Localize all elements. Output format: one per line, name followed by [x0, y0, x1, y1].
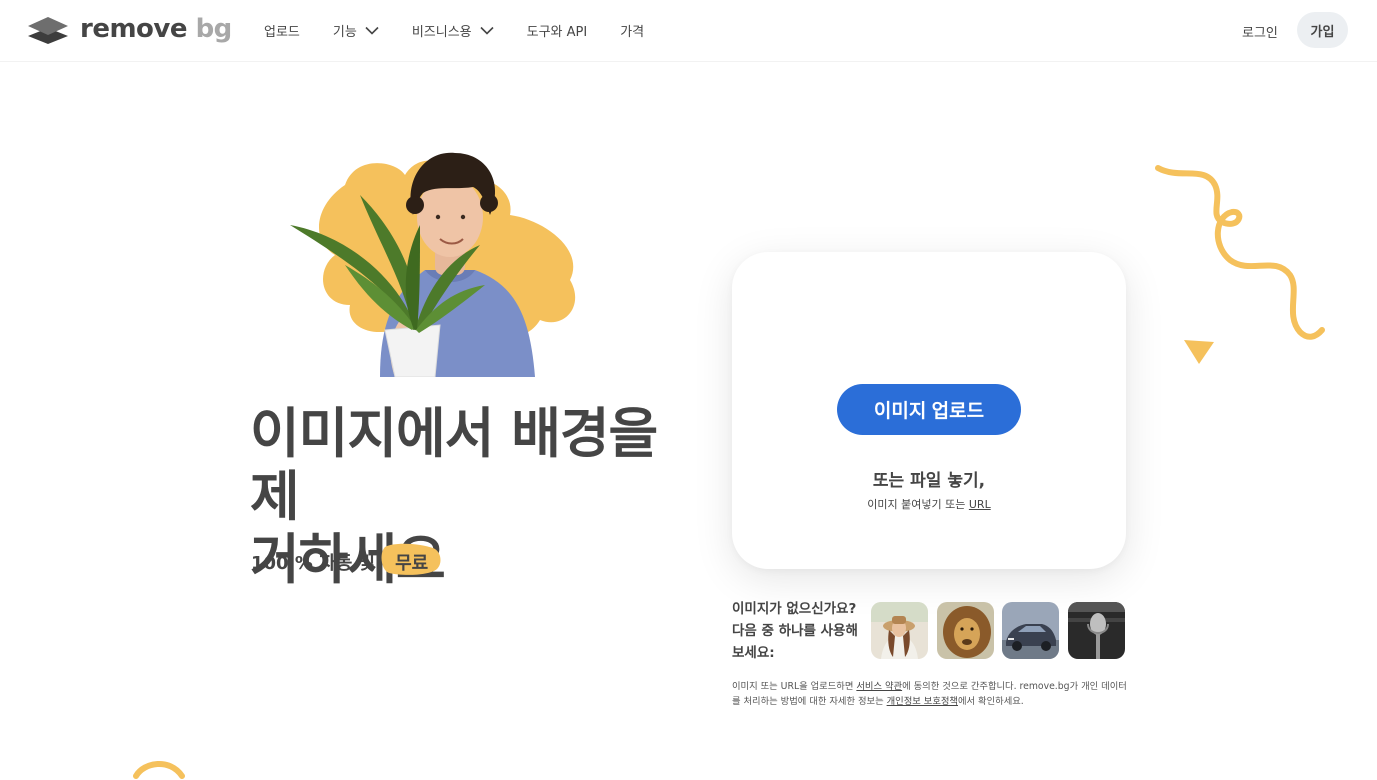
sample-image-microphone[interactable] [1068, 602, 1125, 659]
lion-photo-icon [937, 602, 994, 659]
decorative-squiggle-icon [1155, 165, 1325, 340]
logo-link[interactable]: remove bg [28, 14, 232, 44]
chevron-down-icon [365, 26, 379, 35]
sample-image-lion[interactable] [937, 602, 994, 659]
hero-illustration [290, 152, 576, 377]
upload-image-button[interactable]: 이미지 업로드 [837, 384, 1021, 435]
nav-business-label: 비즈니스용 [411, 24, 472, 40]
nav-tools-api-label: 도구와 API [526, 24, 588, 40]
chevron-down-icon [480, 26, 494, 35]
microphone-photo-icon [1068, 602, 1125, 659]
hero-subtitle: 100 % 자동 및 무료 [251, 543, 442, 579]
main-nav: 업로드 기능 비즈니스용 도구와 API 가격 [264, 18, 677, 42]
nav-pricing[interactable]: 가격 [620, 18, 644, 42]
car-photo-icon [1002, 602, 1059, 659]
logo-wordmark: remove bg [80, 14, 232, 44]
terms-of-service-link[interactable]: 서비스 약관 [856, 681, 902, 692]
decorative-triangle-icon [1184, 340, 1214, 364]
free-badge: 무료 [381, 543, 442, 579]
nav-tools-api[interactable]: 도구와 API [527, 18, 588, 42]
nav-features-label: 기능 [332, 24, 357, 40]
hero-headline-line1: 이미지에서 배경을 제 [250, 402, 658, 528]
paste-hint: 이미지 붙여넣기 또는 URL [732, 496, 1126, 512]
top-navbar: remove bg 업로드 기능 비즈니스용 도구와 API 가격 로그인 가입 [0, 0, 1377, 62]
logo-icon [28, 17, 68, 44]
terms-notice: 이미지 또는 URL을 업로드하면 서비스 약관에 동의한 것으로 간주합니다.… [732, 679, 1132, 709]
nav-features-dropdown[interactable]: 기능 [333, 18, 379, 42]
paste-hint-text: 이미지 붙여넣기 또는 [867, 498, 966, 511]
hero-subtitle-text: 100 % 자동 및 [251, 553, 376, 574]
upload-dropzone[interactable]: 이미지 업로드 또는 파일 놓기, 이미지 붙여넣기 또는 URL [732, 252, 1126, 569]
nav-upload-label: 업로드 [264, 24, 300, 40]
nav-business-dropdown[interactable]: 비즈니스용 [412, 18, 494, 42]
sample-image-woman[interactable] [871, 602, 928, 659]
login-link[interactable]: 로그인 [1242, 22, 1278, 41]
terms-text-1: 이미지 또는 URL을 업로드하면 [732, 681, 857, 692]
drop-file-text: 또는 파일 놓기, [872, 471, 986, 491]
url-link[interactable]: URL [969, 498, 991, 511]
signup-button[interactable]: 가입 [1297, 12, 1348, 48]
sample-image-car[interactable] [1002, 602, 1059, 659]
terms-text-3: 에서 확인하세요. [957, 696, 1024, 707]
nav-upload[interactable]: 업로드 [264, 18, 300, 42]
free-badge-label: 무료 [395, 553, 429, 574]
nav-pricing-label: 가격 [620, 24, 645, 40]
decorative-arc-icon [133, 760, 185, 779]
sample-images-prompt: 이미지가 없으신가요? 다음 중 하나를 사용해 보세요: [732, 601, 858, 661]
privacy-policy-link[interactable]: 개인정보 보호정책 [887, 696, 958, 707]
woman-photo-icon [871, 602, 928, 659]
